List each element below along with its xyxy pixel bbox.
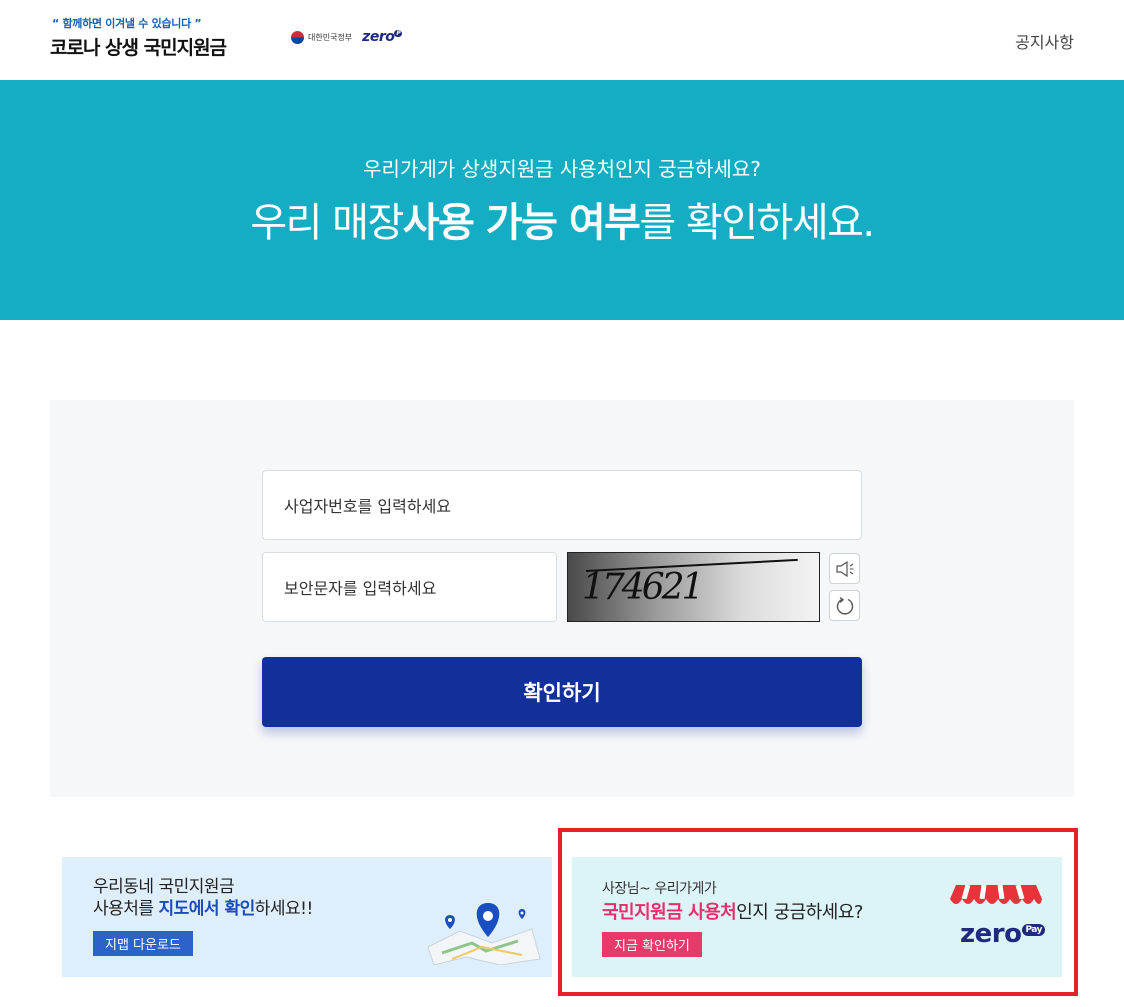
gov-logo: 대한민국정부 bbox=[291, 30, 353, 44]
hero-title: 우리 매장사용 가능 여부를 확인하세요. bbox=[250, 200, 875, 246]
hero-banner: 우리가게가 상생지원금 사용처인지 궁금하세요? 우리 매장사용 가능 여부를 … bbox=[0, 80, 1124, 320]
highlight-box bbox=[558, 828, 1078, 996]
logo-slogan: “ 함께하면 이겨낼 수 있습니다 ” bbox=[52, 17, 202, 30]
refresh-icon bbox=[836, 596, 853, 615]
logo-title: 코로나 상생 국민지원금 bbox=[50, 37, 227, 59]
map-banner-text: 우리동네 국민지원금 사용처를 지도에서 확인하세요!! bbox=[93, 877, 313, 919]
check-form-panel: 사업자번호를 입력하세요 보안문자를 입력하세요 174621 확인하기 bbox=[50, 400, 1074, 797]
map-banner[interactable]: 우리동네 국민지원금 사용처를 지도에서 확인하세요!! 지맵 다운로드 bbox=[62, 857, 552, 977]
speaker-icon bbox=[835, 560, 853, 577]
gov-label: 대한민국정부 bbox=[308, 32, 353, 42]
map-pin-icon bbox=[427, 903, 541, 965]
header: “ 함께하면 이겨낼 수 있습니다 ” 코로나 상생 국민지원금 대한민국정부 … bbox=[0, 0, 1124, 80]
business-number-input[interactable]: 사업자번호를 입력하세요 bbox=[262, 470, 862, 540]
site-logo[interactable]: “ 함께하면 이겨낼 수 있습니다 ” 코로나 상생 국민지원금 bbox=[50, 15, 227, 60]
captcha-code: 174621 bbox=[582, 567, 704, 608]
map-download-button[interactable]: 지맵 다운로드 bbox=[93, 931, 193, 956]
notice-link[interactable]: 공지사항 bbox=[1015, 29, 1074, 53]
partner-logos: 대한민국정부 zero P bbox=[291, 29, 403, 45]
zeropay-logo: zero P bbox=[362, 29, 403, 45]
captcha-image: 174621 bbox=[567, 552, 820, 622]
taegeuk-icon bbox=[291, 30, 304, 44]
confirm-button[interactable]: 확인하기 bbox=[262, 657, 862, 727]
hero-subtitle: 우리가게가 상생지원금 사용처인지 궁금하세요? bbox=[363, 157, 761, 181]
captcha-audio-button[interactable] bbox=[829, 553, 860, 584]
captcha-input[interactable]: 보안문자를 입력하세요 bbox=[262, 552, 557, 622]
captcha-refresh-button[interactable] bbox=[829, 590, 860, 621]
